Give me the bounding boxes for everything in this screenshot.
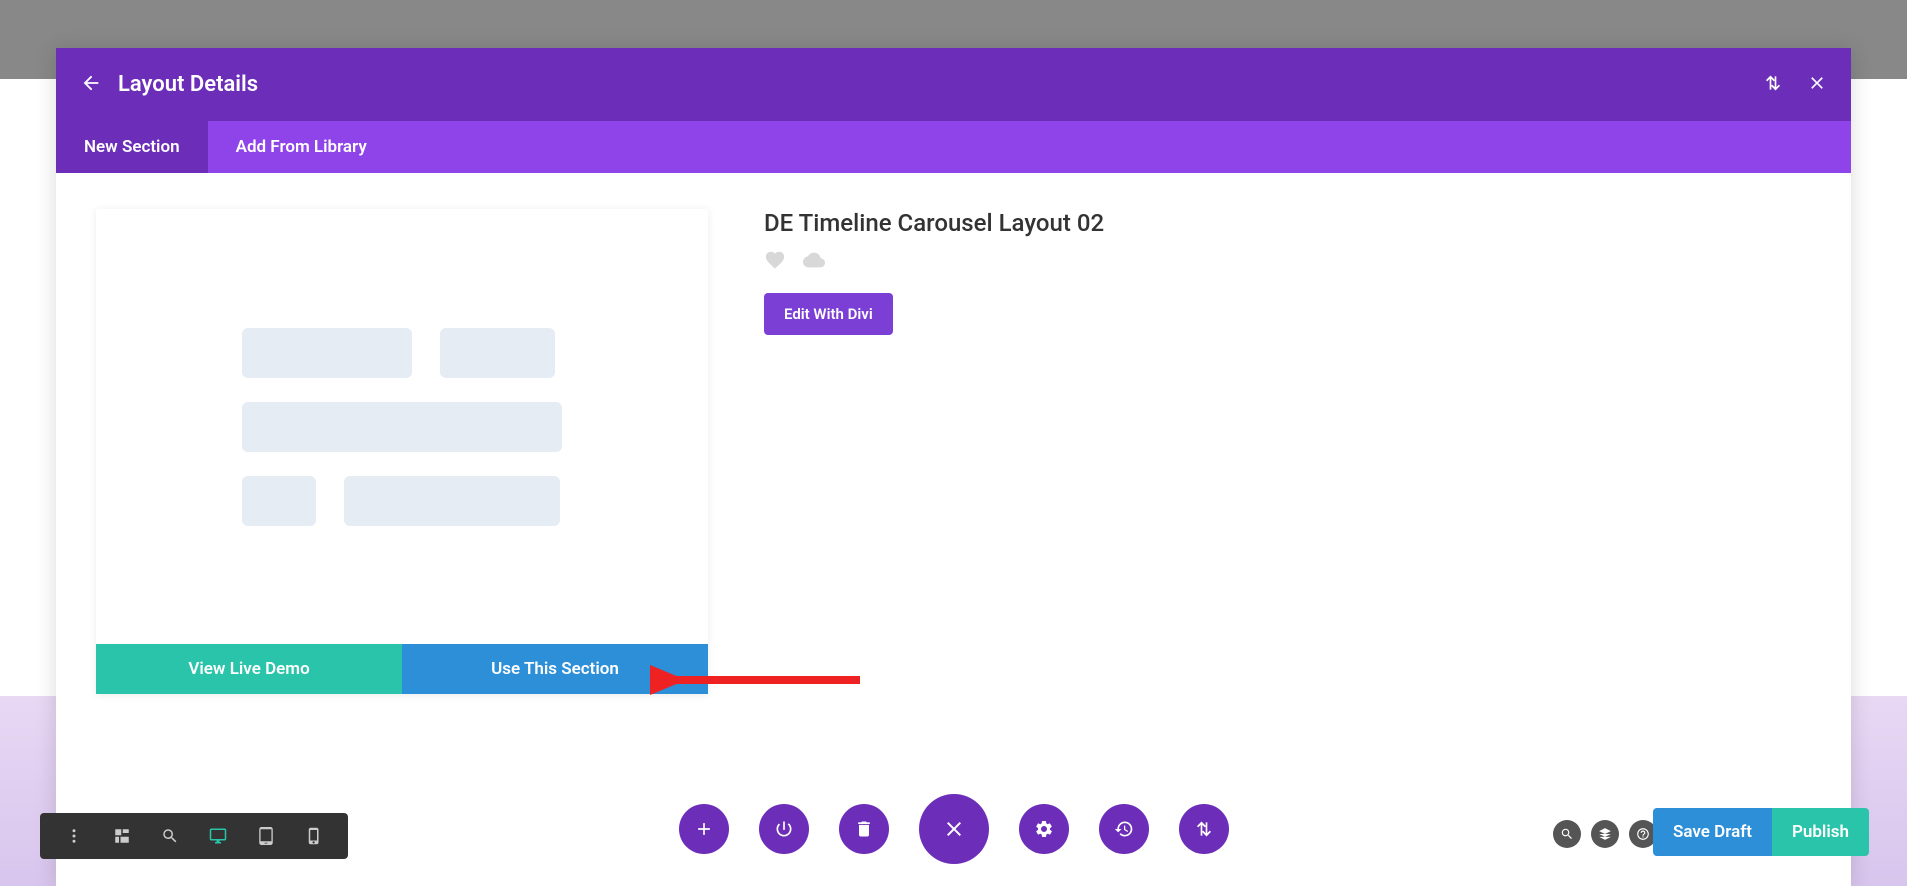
modal-tabs: New Section Add From Library [56,121,1851,173]
view-mode-toolbar [40,813,348,859]
search-small-icon[interactable] [1553,820,1581,848]
button-label: Edit With Divi [784,305,873,323]
save-draft-button[interactable]: Save Draft [1653,808,1772,856]
button-label: View Live Demo [188,659,309,679]
layout-name: DE Timeline Carousel Layout 02 [764,209,1811,237]
use-this-section-button[interactable]: Use This Section [402,644,708,694]
button-label: Save Draft [1673,822,1752,842]
close-icon[interactable] [1807,73,1827,97]
right-small-icons [1553,820,1657,848]
publish-button[interactable]: Publish [1772,808,1869,856]
tab-add-from-library[interactable]: Add From Library [208,121,395,173]
layout-details-panel: DE Timeline Carousel Layout 02 Edit With… [764,209,1811,694]
heart-icon[interactable] [764,249,786,275]
power-button[interactable] [759,804,809,854]
builder-center-controls [679,794,1229,864]
layout-meta-icons [764,249,1811,275]
view-live-demo-button[interactable]: View Live Demo [96,644,402,694]
tab-label: New Section [84,137,180,157]
skeleton-block [440,328,555,378]
tab-label: Add From Library [236,137,367,157]
layout-details-modal: Layout Details New Section Add From Libr… [56,48,1851,886]
layout-preview-card: View Live Demo Use This Section [96,209,708,694]
preview-actions: View Live Demo Use This Section [96,644,708,694]
modal-header-right [1763,73,1827,97]
close-builder-button[interactable] [919,794,989,864]
skeleton-row [242,402,562,452]
publish-buttons: Save Draft Publish [1653,808,1869,856]
edit-with-divi-button[interactable]: Edit With Divi [764,293,893,335]
layers-small-icon[interactable] [1591,820,1619,848]
skeleton-block [344,476,560,526]
tablet-view-icon[interactable] [242,813,290,859]
layout-preview-skeleton [96,209,708,644]
more-options-icon[interactable] [50,813,98,859]
button-label: Publish [1792,822,1849,842]
sort-toggle-button[interactable] [1179,804,1229,854]
history-button[interactable] [1099,804,1149,854]
sort-icon[interactable] [1763,73,1783,97]
desktop-view-icon[interactable] [194,813,242,859]
mobile-view-icon[interactable] [290,813,338,859]
cloud-icon[interactable] [800,249,828,275]
settings-button[interactable] [1019,804,1069,854]
modal-header: Layout Details [56,48,1851,121]
skeleton-row [242,328,562,378]
trash-button[interactable] [839,804,889,854]
modal-header-left: Layout Details [80,72,258,98]
skeleton-block [242,476,316,526]
wireframe-view-icon[interactable] [98,813,146,859]
add-button[interactable] [679,804,729,854]
skeleton-row [242,476,562,526]
button-label: Use This Section [491,659,619,679]
back-icon[interactable] [80,72,102,98]
modal-title: Layout Details [118,72,258,97]
tab-new-section[interactable]: New Section [56,121,208,173]
skeleton-block [242,402,562,452]
skeleton-block [242,328,412,378]
zoom-icon[interactable] [146,813,194,859]
modal-body: View Live Demo Use This Section DE Timel… [56,173,1851,730]
